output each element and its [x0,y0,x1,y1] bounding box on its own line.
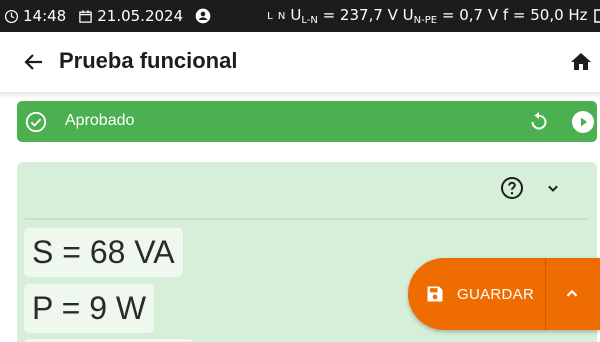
user-icon [195,8,211,24]
help-icon[interactable] [500,176,524,200]
status-bar: 14:48 21.05.2024 L N UL-N = 237,7 V UN-P… [0,0,600,32]
page-title: Prueba funcional [59,48,238,73]
save-fab[interactable]: GUARDAR [408,258,600,330]
status-label: Aprobado [65,112,135,129]
play-icon[interactable] [571,110,595,134]
app-bar-shadow [0,92,600,98]
clock-icon [4,9,19,24]
calendar-icon [78,9,93,24]
active-power-value: P = 9 W [24,284,155,333]
test-status-banner: Aprobado [17,101,597,142]
save-button-label: GUARDAR [457,286,535,303]
ln-indicator: L N [267,10,287,22]
battery-icon [593,9,600,23]
voltage-readout: UL-N = 237,7 V UN-PE = 0,7 V f = 50,0 Hz [290,6,588,26]
back-arrow-icon[interactable] [22,50,46,74]
chevron-down-icon[interactable] [543,178,563,198]
chevron-up-icon[interactable] [561,283,583,305]
status-date: 21.05.2024 [97,7,184,25]
home-icon[interactable] [569,50,593,74]
retry-icon[interactable] [527,110,551,134]
card-divider [25,218,589,220]
apparent-power-value: S = 68 VA [24,228,183,277]
status-time: 14:48 [23,7,67,25]
app-bar: Prueba funcional [0,32,600,92]
fab-divider [545,258,546,330]
check-circle-icon [25,111,47,133]
save-icon [425,284,445,304]
